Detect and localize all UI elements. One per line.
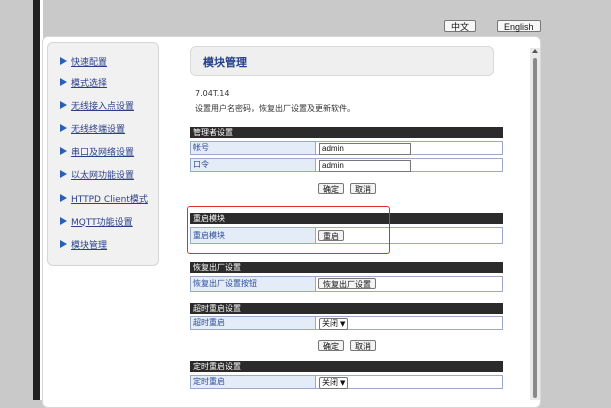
admin-ok-button[interactable]: 确定 [318, 183, 344, 194]
chevron-down-icon: ▼ [340, 379, 346, 387]
sidebar-item-label: 模块管理 [71, 240, 108, 251]
sidebar-item-sta-settings[interactable]: 无线终端设置 [60, 121, 125, 135]
factory-row: 恢复出厂设置按钮 恢复出厂设置 [190, 276, 503, 292]
timeout-cancel-button[interactable]: 取消 [350, 340, 376, 351]
factory-section-header: 恢复出厂设置 [190, 262, 503, 273]
timed-restart-select[interactable]: 关闭 ▼ [319, 377, 349, 389]
account-label: 帐号 [191, 142, 316, 154]
sidebar-item-ap-settings[interactable]: 无线接入点设置 [60, 98, 134, 112]
timeout-restart-row: 超时重启 关闭 ▼ [190, 316, 503, 330]
sidebar-item-label: MQTT功能设置 [71, 217, 133, 228]
highlight-box [187, 206, 390, 254]
timed-restart-section-header: 定时重启设置 [190, 361, 503, 372]
password-label: 口令 [191, 159, 316, 171]
factory-label: 恢复出厂设置按钮 [191, 277, 316, 291]
arrow-right-icon [60, 217, 67, 225]
firmware-version: 7.04T.14 [195, 89, 230, 98]
admin-cancel-button[interactable]: 取消 [350, 183, 376, 194]
sidebar-item-mode-select[interactable]: 模式选择 [60, 75, 107, 89]
scroll-up-icon[interactable] [532, 49, 538, 53]
sidebar-item-module-management[interactable]: 模块管理 [60, 237, 107, 251]
page-description: 设置用户名密码，恢复出厂设置及更新软件。 [195, 104, 355, 113]
language-english-button[interactable]: English [497, 20, 541, 32]
timeout-restart-section-header: 超时重启设置 [190, 303, 503, 314]
factory-reset-button[interactable]: 恢复出厂设置 [318, 278, 376, 289]
arrow-right-icon [60, 101, 67, 109]
sidebar-item-mqtt[interactable]: MQTT功能设置 [60, 214, 133, 228]
sidebar-item-label: 快速配置 [71, 57, 108, 68]
timed-restart-row: 定时重启 关闭 ▼ [190, 375, 503, 389]
arrow-right-icon [60, 78, 67, 86]
sidebar-item-label: 无线终端设置 [71, 124, 126, 135]
sidebar-item-quick-config[interactable]: 快速配置 [60, 54, 107, 68]
page-title: 模块管理 [203, 56, 247, 69]
sidebar: 快速配置 模式选择 无线接入点设置 无线终端设置 串口及网络设置 以太网功能设置… [47, 42, 159, 266]
chevron-down-icon: ▼ [340, 320, 346, 328]
vertical-scrollbar[interactable] [530, 48, 540, 400]
scrollbar-thumb[interactable] [533, 58, 537, 398]
sidebar-item-httpd-client[interactable]: HTTPD Client模式 [60, 191, 148, 205]
admin-section-header: 管理者设置 [190, 127, 503, 138]
password-input[interactable] [319, 160, 411, 172]
sidebar-item-label: 串口及网络设置 [71, 147, 135, 158]
arrow-right-icon [60, 124, 67, 132]
arrow-right-icon [60, 170, 67, 178]
sidebar-item-label: 无线接入点设置 [71, 101, 135, 112]
select-value: 关闭 [322, 378, 338, 387]
timeout-restart-select[interactable]: 关闭 ▼ [319, 318, 349, 330]
sidebar-item-label: 以太网功能设置 [71, 170, 135, 181]
password-row: 口令 [190, 158, 503, 172]
language-chinese-button[interactable]: 中文 [444, 20, 477, 32]
sidebar-item-ethernet[interactable]: 以太网功能设置 [60, 167, 134, 181]
timeout-ok-button[interactable]: 确定 [318, 340, 344, 351]
arrow-right-icon [60, 147, 67, 155]
window-left-border-dark [33, 0, 40, 400]
select-value: 关闭 [322, 319, 338, 328]
arrow-right-icon [60, 194, 67, 202]
arrow-right-icon [60, 57, 67, 65]
account-input[interactable] [319, 143, 411, 155]
timeout-restart-label: 超时重启 [191, 317, 316, 329]
sidebar-item-label: HTTPD Client模式 [71, 194, 148, 205]
sidebar-item-label: 模式选择 [71, 78, 108, 89]
timed-restart-label: 定时重启 [191, 376, 316, 388]
account-row: 帐号 [190, 141, 503, 155]
sidebar-item-serial-network[interactable]: 串口及网络设置 [60, 144, 134, 158]
page-title-bar: 模块管理 [190, 46, 494, 76]
arrow-right-icon [60, 240, 67, 248]
